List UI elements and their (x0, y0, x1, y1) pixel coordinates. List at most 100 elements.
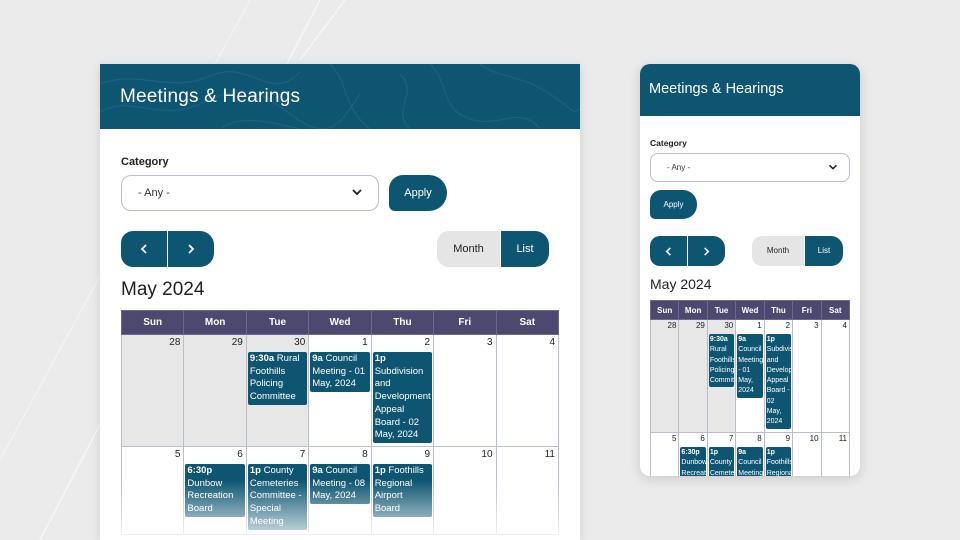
event-time: 9:30a (249, 353, 275, 364)
category-select-value: - Any - (667, 163, 691, 172)
day-number: 30 (724, 321, 734, 330)
day-number: 29 (231, 337, 243, 348)
chevron-down-icon (352, 189, 362, 196)
list-view-button[interactable]: List (501, 231, 549, 267)
calendar-event[interactable]: 9a Council Meeting - 01 May, 2024 (737, 334, 763, 398)
calendar-event[interactable]: 9a Council Meeting - 01 May, 2024 (310, 352, 370, 393)
calendar-event[interactable]: 9:30a Rural Foothills Policing Committee (247, 352, 308, 405)
event-title: County Cemeteries Committee - Special Me… (709, 459, 735, 476)
day-number: 6 (237, 449, 243, 460)
calendar-event[interactable]: 9a Council Meeting - 08 May, 2024 (737, 447, 763, 476)
day-number: 29 (695, 321, 705, 330)
month-view-button[interactable]: Month (752, 236, 804, 266)
category-select[interactable]: - Any - (121, 175, 379, 211)
calendar-day-cell: 10 (792, 432, 822, 476)
calendar-week-row: 28 29 30 9:30a Rural Foothills Policing Com… (120, 334, 560, 447)
day-number: 10 (809, 434, 819, 443)
day-number: 3 (814, 321, 819, 330)
desktop-view: Meetings & Hearings Category - Any - App… (100, 64, 580, 540)
previous-month-button[interactable] (650, 236, 687, 266)
weekday-header: Wed (735, 300, 765, 320)
calendar-event[interactable]: 6:30p Dunbow Recreation Board (185, 464, 245, 517)
calendar-event[interactable]: 1p County Cemeteries Committee - Special… (247, 464, 308, 530)
month-view-button[interactable]: Month (437, 231, 500, 267)
day-number: 2 (424, 337, 431, 348)
event-time: 9a (312, 353, 323, 364)
next-month-button[interactable] (688, 236, 725, 266)
event-title: Dunbow Recreation Board (681, 459, 706, 476)
weekday-header: Fri (433, 310, 497, 335)
calendar-day-cell: 28 (649, 319, 680, 433)
calendar-event[interactable]: 6:30p Dunbow Recreation Board (680, 447, 706, 476)
calendar-grid: Sun Mon Tue Wed Thu Fri Sat 28 29 30 9:30a Rural F… (120, 310, 560, 535)
calendar-day-cell: 29 (183, 334, 247, 447)
calendar-event[interactable]: 1p County Cemeteries Committee - Special… (708, 447, 735, 476)
weekday-header: Mon (183, 310, 247, 335)
calendar-week-row: 28 29 30 9:30a Rural Foothills Policing Com… (649, 319, 851, 433)
calendar-event[interactable]: 9a Council Meeting - 08 May, 2024 (310, 464, 370, 505)
day-number: 28 (169, 337, 181, 348)
previous-month-button[interactable] (121, 231, 167, 267)
calendar-day-cell: 5 (120, 446, 185, 535)
chevron-right-icon (704, 246, 710, 256)
month-navigation (650, 236, 725, 266)
event-title: Foothills Regional Airport Board (766, 459, 792, 476)
event-time: 1p (249, 465, 261, 476)
calendar-day-cell: 2 1p Subdivision and Development Appeal B… (370, 334, 435, 447)
day-number: 7 (299, 449, 306, 460)
calendar-event[interactable]: 9:30a Rural Foothills Policing Committee (708, 334, 735, 388)
calendar-day-cell: 11 (495, 446, 560, 535)
event-time: 9a (738, 449, 747, 456)
day-number: 11 (838, 434, 847, 443)
calendar-event[interactable]: 1p Subdivision and Development Appeal Bo… (372, 352, 433, 443)
calendar-grid: Sun Mon Tue Wed Thu Fri Sat 28 29 30 9:30a Rural F… (649, 300, 851, 476)
day-number: 2 (785, 321, 791, 330)
weekday-header: Sun (649, 300, 680, 320)
day-number: 10 (481, 449, 493, 460)
day-number: 5 (174, 449, 181, 460)
calendar-day-cell: 8 9a Council Meeting - 08 May, 2024 (308, 446, 372, 535)
category-label: Category (121, 156, 169, 168)
list-view-button[interactable]: List (805, 236, 843, 266)
page-title: Meetings & Hearings (120, 86, 301, 107)
calendar-event[interactable]: 1p Foothills Regional Airport Board (765, 447, 792, 476)
day-number: 5 (671, 434, 677, 443)
category-label: Category (650, 138, 687, 148)
calendar-day-cell: 29 (678, 319, 708, 433)
event-time: 1p (766, 336, 775, 343)
calendar-day-cell: 28 (120, 334, 185, 447)
weekday-header: Thu (763, 300, 794, 320)
mobile-view: Meetings & Hearings Category - Any - App… (640, 64, 860, 476)
calendar-month-title: May 2024 (121, 279, 205, 300)
weekday-header-row: Sun Mon Tue Wed Thu Fri Sat (649, 300, 851, 320)
view-toggle: Month List (437, 231, 549, 267)
weekday-header: Tue (706, 300, 737, 320)
event-time: 9a (312, 465, 323, 476)
event-time: 6:30p (681, 449, 700, 456)
category-select[interactable]: - Any - (650, 153, 850, 182)
weekday-header-row: Sun Mon Tue Wed Thu Fri Sat (120, 310, 560, 335)
calendar-day-cell: 9 1p Foothills Regional Airport Board (763, 432, 794, 476)
event-title: Subdivision and Development Appeal Board… (766, 346, 792, 426)
day-number: 9 (424, 449, 431, 460)
apply-button[interactable]: Apply (389, 175, 447, 211)
next-month-button[interactable] (168, 231, 214, 267)
day-number: 1 (362, 337, 368, 348)
calendar-event[interactable]: 1p Subdivision and Development Appeal Bo… (765, 334, 792, 429)
weekday-header: Mon (678, 300, 708, 320)
apply-button[interactable]: Apply (650, 190, 697, 219)
day-number: 4 (549, 337, 555, 348)
calendar-week-row: 5 6 6:30p Dunbow Recreation Board 7 1p Count… (120, 446, 560, 535)
calendar-day-cell: 30 9:30a Rural Foothills Policing Committ… (245, 334, 310, 447)
event-time: 1p (766, 449, 775, 456)
day-number: 30 (294, 337, 306, 348)
day-number: 8 (757, 434, 762, 443)
chevron-right-icon (188, 244, 195, 254)
page-title: Meetings & Hearings (649, 81, 784, 97)
calendar-day-cell: 3 (792, 319, 822, 433)
event-time: 6:30p (187, 465, 213, 476)
calendar-event[interactable]: 1p Foothills Regional Airport Board (372, 464, 433, 517)
calendar-month-title: May 2024 (650, 276, 712, 292)
calendar-day-cell: 4 (495, 334, 560, 447)
weekday-header: Thu (370, 310, 435, 335)
